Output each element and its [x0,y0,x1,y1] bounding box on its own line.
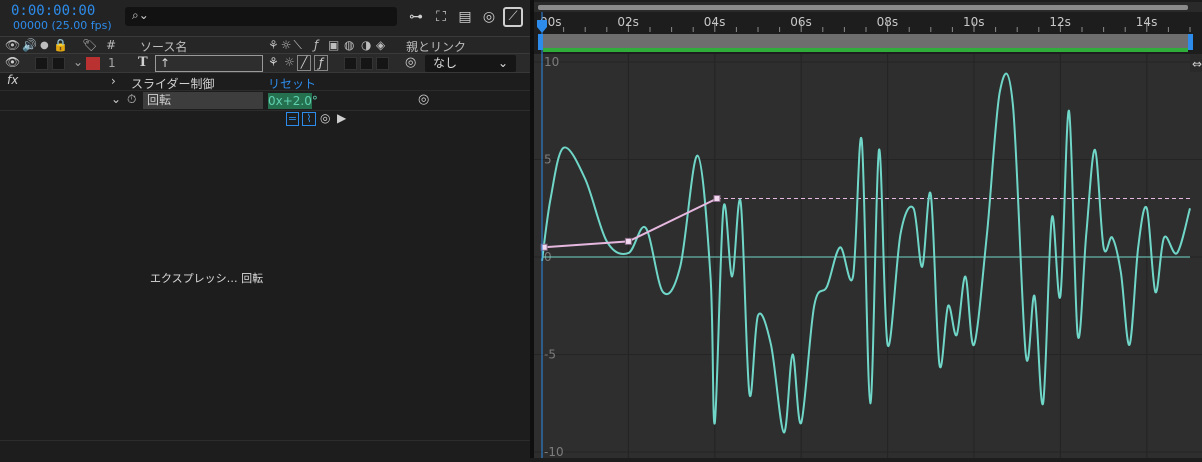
effect-row[interactable]: fx › スライダー制御 リセット [0,73,530,91]
chevron-down-icon[interactable]: ⌄ [73,55,83,69]
layer-row[interactable]: 👁 ⌄ 1 T ↑ ⚘ ☼ ╱ ƒ ◎ なし ⌄ [0,54,530,73]
expression-language-menu-icon[interactable]: ▶ [337,111,346,125]
pan-arrow-icon[interactable]: ⇔ [1192,57,1202,71]
3d-layer-switch[interactable] [376,57,389,70]
enable-expression-icon[interactable]: = [286,112,299,126]
effect-reset-link[interactable]: リセット [268,75,316,92]
motion-blur-icon[interactable]: ◎ [480,9,498,26]
fx-icon[interactable]: fx [7,73,18,87]
label-color-swatch[interactable] [86,57,100,70]
ruler-label: 12s [1049,15,1071,29]
navigator-handle[interactable] [538,5,1188,10]
composition-mini-flowchart-icon[interactable]: ⊶ [407,9,425,26]
layer-name-field[interactable]: ↑ [155,55,263,72]
search-icon: ⌕⌄ [132,8,149,22]
graph-editor[interactable]: 00s 02s 04s 06s 08s 10s 12s 14s 10 5 0 -… [534,0,1202,459]
solo-switch[interactable] [35,57,48,70]
effect-switch-icon[interactable]: ƒ [314,55,328,71]
chevron-down-icon[interactable]: ⌄ [111,92,121,106]
eye-icon[interactable]: 👁 [5,55,20,69]
work-area-bar[interactable] [538,34,1192,48]
adjust-layer-header-icon: ◑ [361,38,372,52]
pick-whip-icon[interactable]: ◎ [418,92,429,107]
layer-number-header: # [106,38,117,52]
lock-column-icon: 🔒 [53,38,68,52]
source-name-header[interactable]: ソース名 [140,38,187,55]
show-post-expression-graph-icon[interactable]: ⌇ [302,112,316,126]
solo-column-icon: ● [40,40,49,51]
parent-select-value: なし [433,56,458,70]
value-label: 10 [544,55,559,69]
keyframe-marker[interactable] [713,195,721,202]
chevron-down-icon: ⌄ [497,56,508,70]
chevron-right-icon[interactable]: › [111,74,116,88]
motion-blur-switch[interactable] [360,57,373,70]
layer-search-input[interactable]: ⌕⌄ [125,7,397,26]
graph-editor-icon[interactable]: ⟋ [503,7,523,27]
graph-editor-canvas[interactable]: 00s 02s 04s 06s 08s 10s 12s 14s 10 5 0 -… [534,0,1202,459]
shy-switch-icon[interactable]: ⚘ [268,55,279,69]
frame-blending-icon[interactable]: ▤ [456,9,474,26]
frame-blend-switch[interactable] [344,57,357,70]
parent-link-header[interactable]: 親とリンク [406,38,466,55]
motion-blur-switch-header-icon: ◍ [344,38,355,52]
layer-column-header: 👁 🔊 ● 🔒 🏷 # ソース名 ⚘☼⟍ ƒ ▣ ◍ ◑ ◈ 親とリンク [0,36,530,54]
expression-controls-row: = ⌇ ◎ ▶ [0,111,530,129]
effect-switch-header-icon: ƒ [314,38,319,52]
timeline-layer-panel: 0:00:00:00 00000 (25.00 fps) ⌕⌄ ⊶ ⛶ ▤ ◎ … [0,0,530,458]
pick-whip-icon[interactable]: ◎ [405,55,416,70]
keyframe-marker[interactable] [624,237,632,245]
expression-pick-whip-icon[interactable]: ◎ [320,111,330,125]
value-label: 5 [544,153,552,167]
effect-name: スライダー制御 [131,77,215,91]
adjustment-switch-header-icon: ▣ [328,38,340,52]
lock-switch[interactable] [52,57,65,70]
text-layer-type-icon: T [138,55,148,70]
switches-header-icons: ⚘☼⟍ [268,38,304,52]
stopwatch-icon[interactable]: ⏱ [127,92,136,107]
collapse-switch-icon[interactable]: ☼ [284,55,295,69]
value-label: -5 [544,348,556,362]
property-name: 回転 [143,92,263,109]
expression-field-label: エクスプレッシ… 回転 [150,272,264,285]
quality-switch-icon[interactable]: ╱ [297,55,311,71]
property-row[interactable]: ⌄ ⏱ 回転 0x+2.0° ◎ [0,91,530,111]
audio-column-icon: 🔊 [22,38,37,52]
frame-fps-display: 00000 (25.00 fps) [13,19,112,32]
ruler-label: 14s [1136,15,1158,29]
layer-number: 1 [108,56,116,70]
ruler-label: 06s [790,15,812,29]
label-column-icon: 🏷 [82,38,98,52]
graph-plot-area[interactable] [534,54,1202,458]
ruler-label: 02s [617,15,639,29]
shy-layers-icon[interactable]: ⛶ [432,9,450,26]
work-area-end-handle[interactable] [1188,34,1193,50]
parent-select[interactable]: なし ⌄ [425,55,516,72]
ruler-label: 10s [963,15,985,29]
ruler-label: 08s [877,15,899,29]
value-label: -10 [544,445,564,458]
visibility-column-icon: 👁 [5,38,21,52]
property-value[interactable]: 0x+2.0° [268,93,318,109]
timeline-toolbar: 0:00:00:00 00000 (25.00 fps) ⌕⌄ ⊶ ⛶ ▤ ◎ … [0,0,530,36]
current-time-display[interactable]: 0:00:00:00 [11,3,95,19]
work-area-render-bar [543,48,1188,52]
3d-layer-header-icon: ◈ [376,38,386,52]
panel-divider [0,440,530,441]
ruler-label: 04s [704,15,726,29]
